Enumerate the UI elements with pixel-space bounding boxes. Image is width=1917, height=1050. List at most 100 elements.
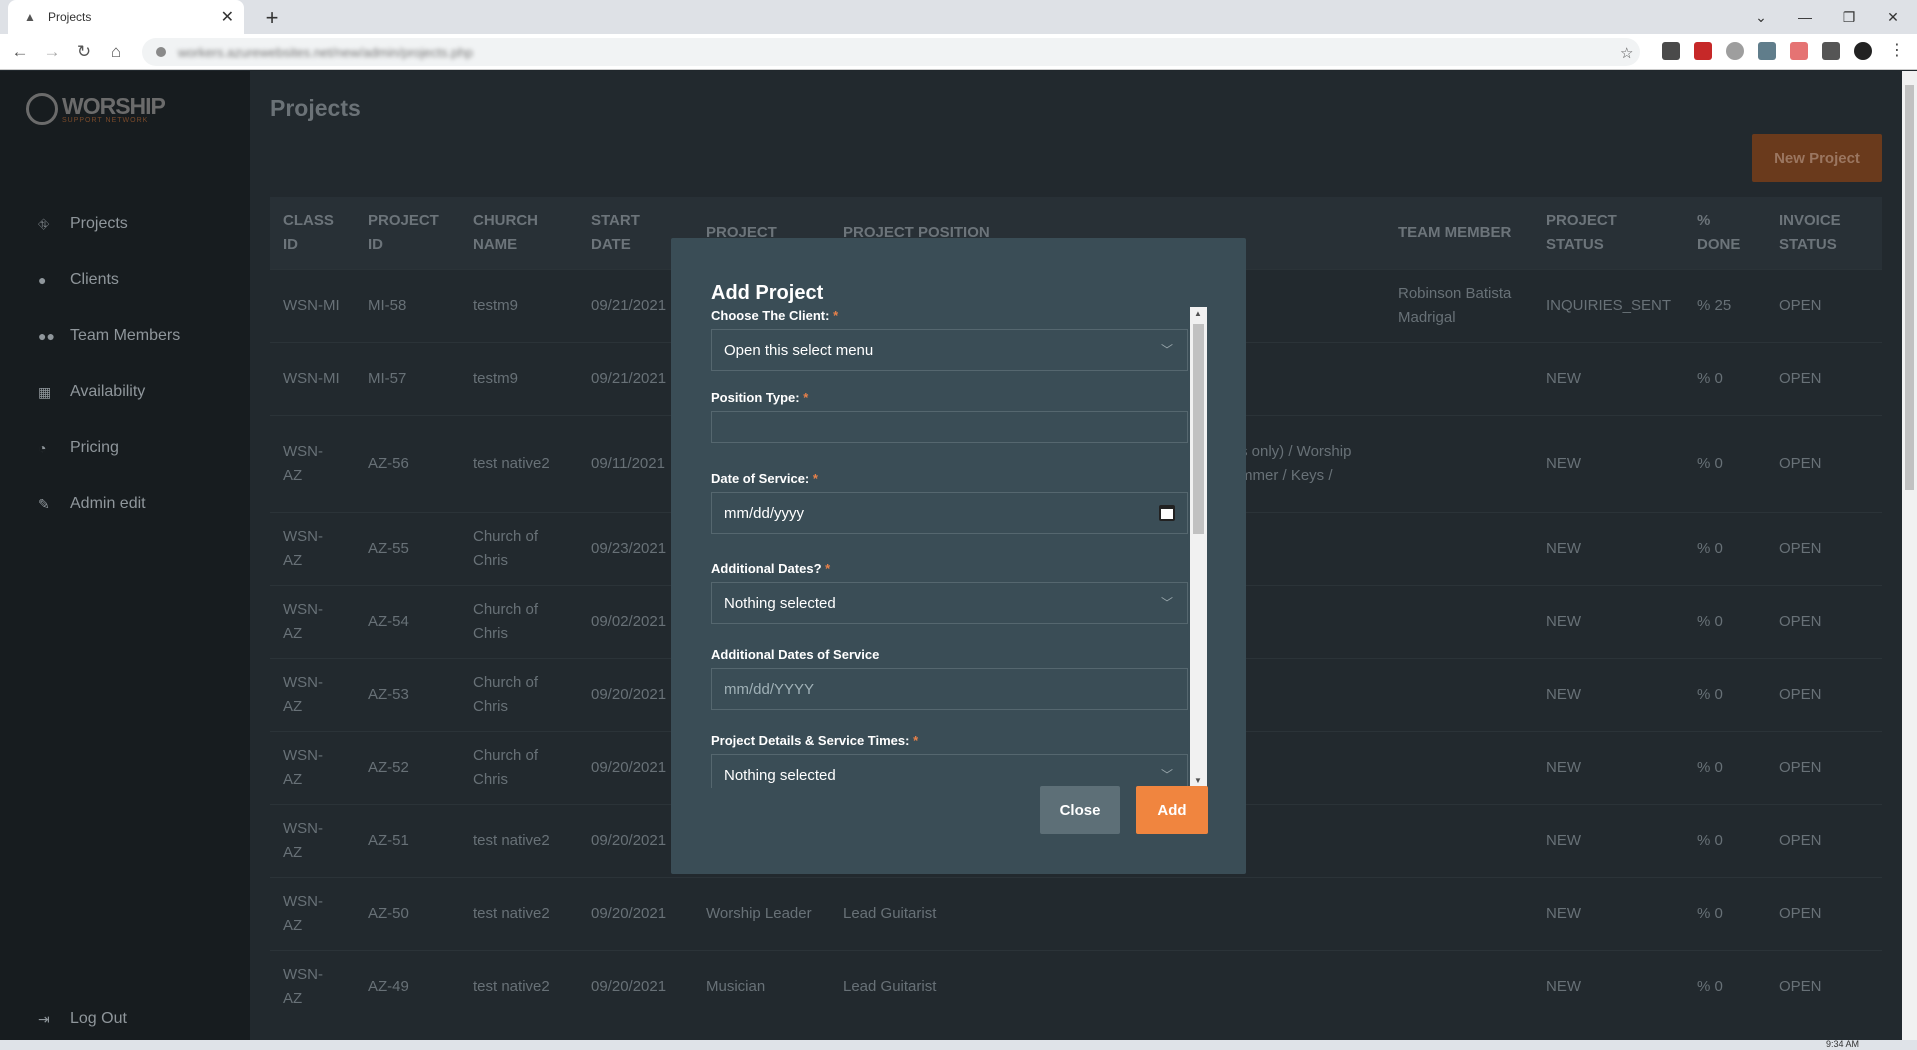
sidebar-item-pricing[interactable]: ◔ Pricing xyxy=(38,439,119,457)
logout-link[interactable]: ⇥ Log Out xyxy=(38,1010,127,1028)
cell-start-date: 09/20/2021 xyxy=(578,876,693,950)
close-button[interactable]: Close xyxy=(1040,786,1120,834)
new-project-button[interactable]: New Project xyxy=(1752,134,1882,182)
puzzle-extensions-icon[interactable] xyxy=(1822,42,1840,60)
extension-icon-3[interactable] xyxy=(1726,42,1744,60)
scroll-up-arrow-icon[interactable]: ▲ xyxy=(1194,309,1202,318)
cell-project-id: AZ-52 xyxy=(355,730,460,804)
restore-icon[interactable]: ❐ xyxy=(1826,0,1872,34)
cell-project-id: AZ-54 xyxy=(355,584,460,658)
sidebar-item-availability[interactable]: ▦ Availability xyxy=(38,383,145,401)
extension-icon-4[interactable] xyxy=(1758,42,1776,60)
address-bar[interactable]: workers.azurewebsites.net/new/admin/proj… xyxy=(142,38,1640,66)
close-window-icon[interactable]: ✕ xyxy=(1870,0,1916,34)
client-select-value: Open this select menu xyxy=(724,341,874,359)
minimize-icon[interactable]: — xyxy=(1782,0,1828,34)
forward-icon[interactable]: → xyxy=(38,38,66,66)
cell-class-id: WSN-MI xyxy=(270,268,355,342)
browser-tab[interactable]: ▲ Projects ✕ xyxy=(8,0,244,34)
cell-team-member xyxy=(1385,876,1533,950)
users-icon: ●● xyxy=(38,328,55,344)
page-scrollbar[interactable] xyxy=(1902,71,1917,1040)
sidebar-item-team-members[interactable]: ●● Team Members xyxy=(38,327,180,345)
cell-class-id: WSN-AZ xyxy=(270,876,355,950)
cell-class-id: WSN-AZ xyxy=(270,511,355,585)
scroll-down-arrow-icon[interactable]: ▼ xyxy=(1194,776,1202,785)
position-type-label: Position Type: * xyxy=(711,390,809,405)
sidebar-item-admin-edit[interactable]: ✎ Admin edit xyxy=(38,495,146,513)
chevron-down-icon: ﹀ xyxy=(1160,768,1173,782)
cell-done: % 0 xyxy=(1684,949,1766,1023)
cell-invoice: OPEN xyxy=(1766,268,1882,342)
col-done[interactable]: % DONE xyxy=(1684,197,1766,269)
sidebar-item-label: Projects xyxy=(70,215,128,232)
cell-class-id: WSN-AZ xyxy=(270,803,355,877)
table-row[interactable]: WSN-AZ AZ-49 test native2 09/20/2021 Mus… xyxy=(270,949,1882,1023)
additional-dates-of-service-input[interactable]: mm/dd/YYYY xyxy=(711,668,1188,710)
modal-scrollbar-thumb[interactable] xyxy=(1193,324,1204,534)
bookmark-star-icon[interactable]: ☆ xyxy=(1620,44,1633,62)
col-project-status[interactable]: PROJECT STATUS xyxy=(1533,197,1684,269)
page-title: Projects xyxy=(270,95,361,121)
cell-invoice: OPEN xyxy=(1766,511,1882,585)
client-label: Choose The Client: * xyxy=(711,308,839,323)
add-button[interactable]: Add xyxy=(1136,786,1208,834)
page-scrollbar-thumb[interactable] xyxy=(1905,85,1914,490)
browser-toolbar: ← → ↻ ⌂ workers.azurewebsites.net/new/ad… xyxy=(0,34,1917,70)
sidebar-item-label: Pricing xyxy=(70,439,119,456)
col-project-id[interactable]: PROJECT ID xyxy=(355,197,460,269)
cell-team-member xyxy=(1385,730,1533,804)
cell-done: % 0 xyxy=(1684,341,1766,415)
extension-icon-5[interactable] xyxy=(1790,42,1808,60)
cell-team-member: Robinson Batista Madrigal xyxy=(1385,268,1533,342)
os-taskbar: 9:34 AM xyxy=(0,1039,1917,1050)
cell-status: NEW xyxy=(1533,949,1684,1023)
additional-dates-label: Additional Dates? * xyxy=(711,561,831,576)
modal-title: Add Project xyxy=(711,282,824,304)
add-project-modal: Add Project Choose The Client: * Open th… xyxy=(671,238,1246,874)
sidebar-item-projects[interactable]: ⛗ Projects xyxy=(38,215,128,233)
date-of-service-input[interactable]: mm/dd/yyyy xyxy=(711,492,1188,534)
project-details-value: Nothing selected xyxy=(724,766,836,784)
cell-done: % 0 xyxy=(1684,876,1766,950)
col-church-name[interactable]: CHURCH NAME xyxy=(460,197,578,269)
extension-icon-1[interactable] xyxy=(1662,42,1680,60)
pencil-icon: ✎ xyxy=(38,495,50,512)
browser-tab-strip: ▲ Projects ✕ + ⌄ — ❐ ✕ xyxy=(0,0,1917,34)
position-type-input[interactable] xyxy=(711,411,1188,443)
col-class-id[interactable]: CLASS ID xyxy=(270,197,355,269)
cell-team-member xyxy=(1385,584,1533,658)
cell-church: testm9 xyxy=(460,268,578,342)
logo[interactable]: WORSHIP SUPPORT NETWORK xyxy=(26,93,166,125)
chevron-down-icon: ﹀ xyxy=(1160,343,1173,357)
close-tab-icon[interactable]: ✕ xyxy=(221,7,234,27)
additional-dates-select[interactable]: Nothing selected ﹀ xyxy=(711,582,1188,624)
back-icon[interactable]: ← xyxy=(6,38,34,66)
project-details-label: Project Details & Service Times: * xyxy=(711,733,919,748)
home-icon[interactable]: ⌂ xyxy=(102,38,130,66)
additional-dates-of-service-label: Additional Dates of Service xyxy=(711,647,880,662)
tab-search-icon[interactable]: ⌄ xyxy=(1738,0,1784,34)
pie-chart-icon: ◔ xyxy=(38,440,47,456)
calendar-picker-icon[interactable] xyxy=(1159,505,1175,521)
cell-invoice: OPEN xyxy=(1766,414,1882,512)
client-select[interactable]: Open this select menu ﹀ xyxy=(711,329,1188,371)
modal-scrollbar[interactable]: ▲ ▼ xyxy=(1190,307,1207,787)
cell-project: Worship Leader xyxy=(693,876,830,950)
col-invoice-status[interactable]: INVOICE STATUS xyxy=(1766,197,1882,269)
new-tab-button[interactable]: + xyxy=(258,4,286,32)
modal-body[interactable]: Choose The Client: * Open this select me… xyxy=(711,308,1188,788)
pdf-extension-icon[interactable] xyxy=(1694,42,1712,60)
cell-church: Church of Chris xyxy=(460,730,578,804)
cell-project-id: AZ-53 xyxy=(355,657,460,731)
browser-menu-icon[interactable]: ⋮ xyxy=(1888,42,1906,60)
cell-team-member xyxy=(1385,414,1533,512)
sidebar-item-clients[interactable]: ● Clients xyxy=(38,271,119,289)
project-details-select[interactable]: Nothing selected ﹀ xyxy=(711,754,1188,788)
date-of-service-label: Date of Service: * xyxy=(711,471,818,486)
reload-icon[interactable]: ↻ xyxy=(70,38,98,66)
cell-status: NEW xyxy=(1533,511,1684,585)
profile-avatar[interactable] xyxy=(1854,42,1872,60)
col-team-member[interactable]: TEAM MEMBER xyxy=(1385,197,1533,269)
table-row[interactable]: WSN-AZ AZ-50 test native2 09/20/2021 Wor… xyxy=(270,876,1882,950)
